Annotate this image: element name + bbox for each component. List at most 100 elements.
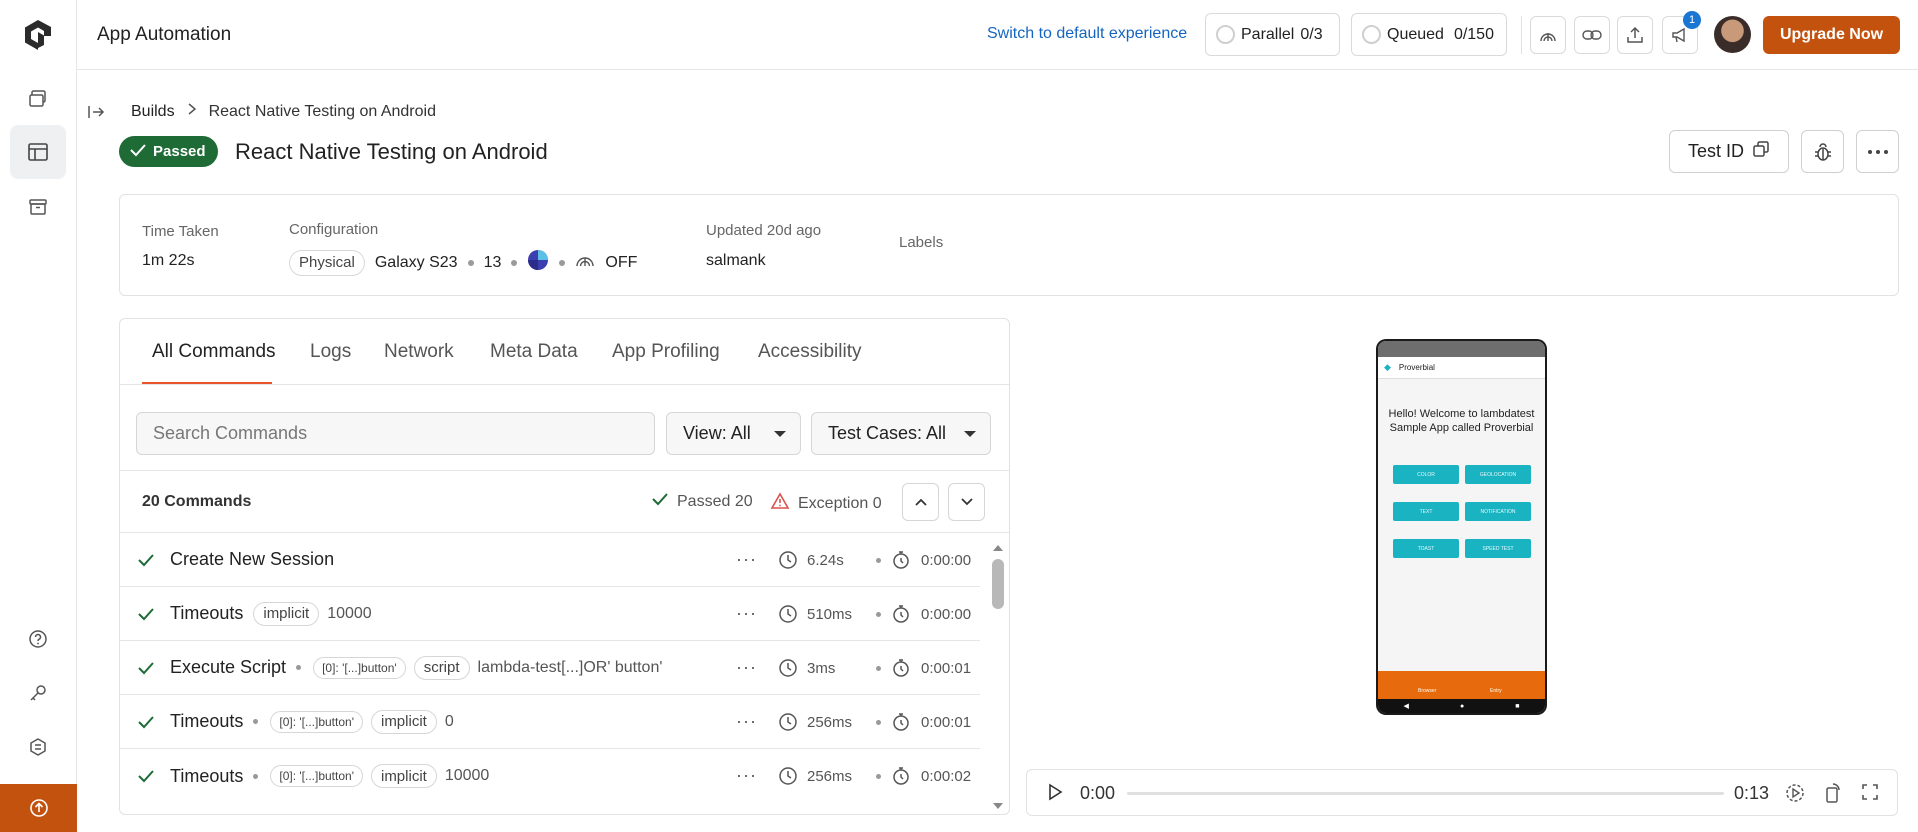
upgrade-button[interactable]: Upgrade Now: [1763, 16, 1900, 54]
tab-meta-data[interactable]: Meta Data: [490, 341, 578, 363]
testcases-filter-label: Test Cases: All: [828, 423, 947, 443]
video-progress-bar[interactable]: [1127, 792, 1724, 795]
test-id-label: Test ID: [1687, 141, 1744, 161]
check-icon: [137, 553, 157, 567]
check-icon: [129, 143, 147, 161]
device-button: GEOLOCATION: [1465, 465, 1531, 484]
testcases-filter-dropdown[interactable]: Test Cases: All: [811, 412, 991, 455]
stopwatch-icon: [893, 767, 909, 785]
user-avatar[interactable]: [1714, 16, 1751, 53]
more-icon[interactable]: ···: [736, 603, 757, 624]
app-logo-icon: ◆: [1384, 362, 1391, 372]
device-button: TOAST: [1393, 539, 1459, 558]
upload-app-icon[interactable]: [0, 784, 77, 832]
tab-network[interactable]: Network: [384, 341, 454, 363]
chevron-up-icon: [914, 498, 927, 506]
separator-dot: [467, 259, 474, 266]
announcement-icon[interactable]: 1: [1662, 11, 1701, 54]
command-duration: 510ms: [778, 604, 852, 624]
command-row[interactable]: Create New Session ··· 6.24s 0:00:00: [120, 533, 980, 587]
command-name: Timeouts: [170, 765, 244, 786]
device-app-bar: ◆ Proverbial: [1378, 357, 1545, 379]
elapsed-value: 0:00:01: [921, 659, 972, 677]
device-welcome-text: Hello! Welcome to lambdatest Sample App …: [1388, 408, 1535, 434]
archive-nav-icon[interactable]: [10, 180, 66, 234]
check-icon: [137, 769, 157, 783]
playback-speed-icon[interactable]: [1784, 782, 1806, 809]
device-button: SPEED TEST: [1465, 539, 1531, 558]
search-input[interactable]: Search Commands: [136, 412, 655, 455]
share-icon[interactable]: [1617, 16, 1653, 54]
tab-logs[interactable]: Logs: [310, 341, 351, 363]
tab-accessibility[interactable]: Accessibility: [758, 341, 861, 363]
breadcrumb: Builds React Native Testing on Android: [131, 102, 436, 121]
command-value: 10000: [327, 604, 372, 622]
command-row[interactable]: Timeouts [0]: '[...]button' implicit 0 ·…: [120, 695, 980, 749]
separator-dot: [511, 259, 518, 266]
previous-command-button[interactable]: [902, 483, 939, 521]
view-filter-dropdown[interactable]: View: All: [666, 412, 801, 455]
stopwatch-icon: [893, 605, 909, 623]
app-title: App Automation: [97, 24, 232, 45]
breadcrumb-builds[interactable]: Builds: [131, 103, 175, 121]
expand-sidebar-icon[interactable]: [84, 100, 108, 124]
more-icon[interactable]: ···: [736, 657, 757, 678]
separator-dot: [559, 259, 566, 266]
next-command-button[interactable]: [948, 483, 985, 521]
command-elapsed: 0:00:00: [876, 550, 971, 570]
help-icon[interactable]: [10, 612, 66, 666]
stopwatch-icon: [893, 659, 909, 677]
integrations-icon[interactable]: [10, 720, 66, 774]
command-row[interactable]: Timeouts [0]: '[...]button' implicit 100…: [120, 749, 980, 803]
rotate-icon[interactable]: [1823, 782, 1843, 809]
command-name: Create New Session: [170, 549, 335, 569]
tunnel-icon[interactable]: [1530, 16, 1566, 54]
command-duration: 256ms: [778, 766, 852, 786]
test-id-button[interactable]: Test ID: [1669, 130, 1789, 173]
separator-dot: [876, 611, 881, 617]
video-player-controls: 0:00 0:13: [1026, 769, 1898, 816]
fullscreen-icon[interactable]: [1861, 783, 1879, 806]
bug-report-button[interactable]: [1801, 130, 1844, 173]
os-version: 13: [483, 253, 502, 271]
command-elapsed: 0:00:00: [876, 604, 971, 624]
separator-dot: [876, 557, 881, 563]
more-icon[interactable]: ···: [736, 549, 757, 570]
caret-down-icon: [774, 430, 786, 437]
command-name: Timeouts: [170, 711, 244, 731]
tab-all-commands[interactable]: All Commands: [152, 341, 276, 363]
elapsed-value: 0:00:00: [921, 605, 972, 623]
automation-nav-icon[interactable]: [10, 125, 66, 179]
exception-label: Exception 0: [798, 494, 882, 512]
command-row[interactable]: Execute Script [0]: '[...]button' script…: [120, 641, 980, 695]
link-icon[interactable]: [1574, 16, 1610, 54]
labels-label: Labels: [899, 234, 944, 251]
status-badge: Passed: [119, 136, 218, 167]
clock-icon: [779, 605, 797, 623]
more-icon[interactable]: ···: [736, 765, 757, 786]
command-row[interactable]: Timeouts implicit 10000 ··· 510ms 0:00:0…: [120, 587, 980, 641]
more-icon[interactable]: ···: [736, 711, 757, 732]
more-options-button[interactable]: [1856, 130, 1899, 173]
duration-value: 510ms: [807, 605, 853, 623]
key-icon[interactable]: [10, 666, 66, 720]
chevron-right-icon: [187, 102, 197, 121]
command-elapsed: 0:00:02: [876, 766, 971, 786]
play-icon[interactable]: [1047, 783, 1063, 806]
view-filter-label: View: All: [683, 423, 751, 443]
updated-label: Updated 20d ago: [706, 222, 822, 239]
command-tag: [0]: '[...]button': [270, 710, 363, 733]
check-icon: [137, 715, 157, 729]
network-status: OFF: [605, 253, 638, 271]
parallel-status[interactable]: Parallel 0/3: [1205, 13, 1340, 56]
tab-app-profiling[interactable]: App Profiling: [612, 341, 720, 363]
queued-status[interactable]: Queued 0/150: [1351, 13, 1507, 56]
device-video-preview[interactable]: ◆ Proverbial Hello! Welcome to lambdates…: [1376, 339, 1547, 715]
separator-dot: [253, 773, 259, 779]
lambdatest-logo-icon[interactable]: [22, 18, 54, 52]
scrollbar-thumb[interactable]: [992, 559, 1004, 609]
elapsed-value: 0:00:00: [921, 551, 972, 569]
caret-down-icon: [964, 430, 976, 437]
switch-experience-link[interactable]: Switch to default experience: [987, 25, 1187, 43]
builds-nav-icon[interactable]: [10, 72, 66, 126]
